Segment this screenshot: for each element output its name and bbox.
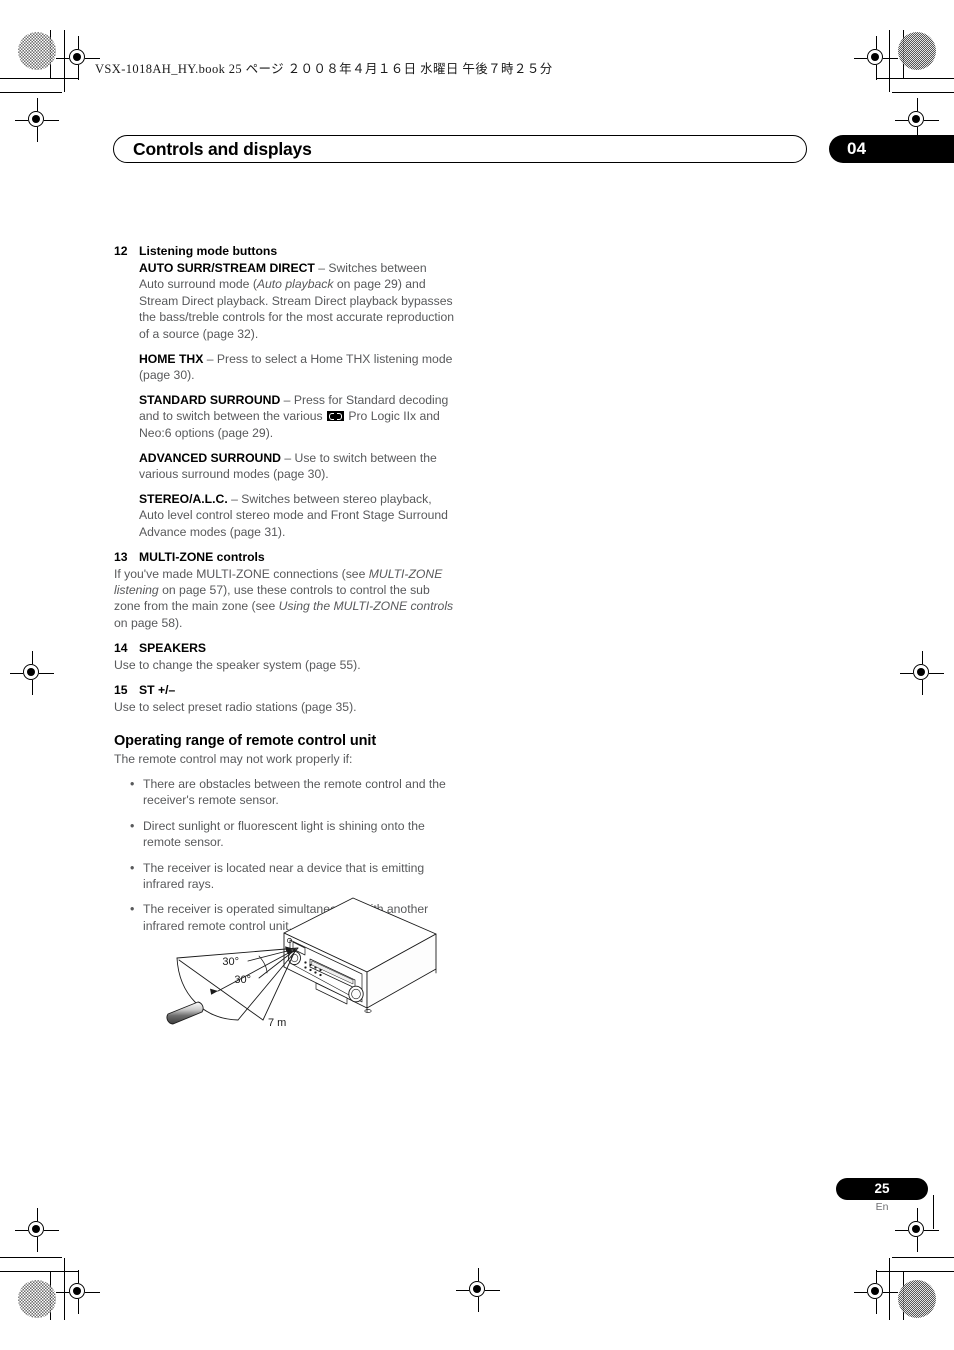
registration-mark: [15, 98, 59, 142]
item-number: 13: [114, 549, 128, 564]
chapter-number-label: 04: [847, 139, 867, 158]
numbered-item-heading: 13 MULTI-ZONE controls: [114, 549, 454, 565]
emphasis-italic: MULTI-ZONE listening: [114, 566, 443, 597]
item-paragraph: ADVANCED SURROUND – Use to switch betwee…: [139, 450, 437, 481]
page-title: Controls and displays: [133, 139, 312, 159]
crop-line: [902, 1272, 904, 1320]
language-label: En: [875, 1201, 889, 1213]
numbered-item-heading: 14 SPEAKERS: [114, 640, 454, 656]
crop-line: [64, 1258, 66, 1320]
registration-mark: [854, 36, 898, 80]
item-paragraph: Use to select preset radio stations (pag…: [114, 699, 357, 714]
emphasis-bold: STEREO/A.L.C.: [139, 491, 228, 506]
density-patch: [18, 1280, 56, 1318]
page-number-label: 25: [874, 1181, 890, 1196]
item-title: Listening mode buttons: [139, 244, 278, 258]
item-number: 15: [114, 682, 128, 697]
crop-line: [902, 30, 904, 78]
item-number: 14: [114, 640, 128, 655]
numbered-item-heading: 15 ST +/–: [114, 682, 454, 698]
density-patch: [898, 1280, 936, 1318]
section-intro: The remote control may not work properly…: [114, 752, 353, 767]
registration-mark: [854, 1270, 898, 1314]
item-title: ST +/–: [139, 682, 176, 697]
section-heading: Operating range of remote control unit: [114, 733, 377, 750]
crop-line: [50, 30, 52, 78]
crop-line: [0, 92, 62, 94]
print-header-file-line: VSX-1018AH_HY.book 25 ページ ２００８年４月１６日 水曜日…: [95, 62, 553, 76]
arrowheads: [210, 946, 293, 995]
list-item: Direct sunlight or fluorescent light is …: [114, 818, 454, 851]
registration-mark: [456, 1268, 500, 1312]
list-item: There are obstacles between the remote c…: [114, 776, 454, 809]
crop-line: [892, 1256, 954, 1258]
receiver-illustration: [283, 897, 437, 1013]
item-paragraph: STEREO/A.L.C. – Switches between stereo …: [139, 491, 448, 539]
crop-line: [50, 1272, 52, 1320]
item-paragraph: If you've made MULTI-ZONE connections (s…: [114, 566, 454, 630]
remote-operating-range-figure: 30° 30° 7 m: [155, 890, 455, 1050]
registration-mark: [10, 651, 54, 695]
chapter-number-badge: 04: [829, 135, 954, 163]
emphasis-bold: STANDARD SURROUND: [139, 392, 281, 407]
crop-line: [0, 1256, 62, 1258]
crop-line: [0, 78, 78, 80]
registration-mark: [56, 1270, 100, 1314]
crop-line: [933, 1195, 935, 1229]
dolby-logo-icon: [326, 411, 344, 422]
registration-mark: [56, 36, 100, 80]
density-patch: [18, 32, 56, 70]
crop-line: [892, 92, 954, 94]
figure-label-distance: 7 m: [268, 1017, 286, 1029]
numbered-items-list: 12 Listening mode buttons AUTO SURR/STREAM…: [114, 243, 454, 715]
crop-line: [876, 78, 954, 80]
figure-svg: 30° 30° 7 m: [166, 897, 437, 1029]
emphasis-bold: ADVANCED SURROUND: [139, 450, 281, 465]
figure-label-angle-upper: 30°: [222, 956, 239, 968]
item-number: 12: [114, 244, 128, 258]
emphasis-bold: HOME THX: [139, 351, 204, 366]
crop-line: [888, 1258, 890, 1320]
emphasis-bold: AUTO SURR/STREAM DIRECT: [139, 261, 315, 275]
crop-line: [888, 30, 890, 92]
content-column: 12 Listening mode buttons AUTO SURR/STREAM…: [114, 243, 454, 943]
item-title: MULTI-ZONE controls: [139, 549, 265, 564]
item-title: SPEAKERS: [139, 640, 207, 655]
crop-line: [64, 30, 66, 92]
numbered-item-heading: 12 Listening mode buttons: [114, 243, 454, 259]
emphasis-italic: Using the MULTI-ZONE controls: [278, 599, 454, 614]
registration-mark: [15, 1208, 59, 1252]
figure-label-angle-lower: 30°: [234, 974, 251, 986]
crop-line: [876, 1270, 954, 1272]
crop-line: [0, 1270, 78, 1272]
item-paragraph: Use to change the speaker system (page 5…: [114, 657, 361, 672]
page-number-badge: 25: [836, 1178, 928, 1200]
item-paragraph: AUTO SURR/STREAM DIRECT – Switches betwe…: [139, 261, 455, 341]
registration-mark: [900, 651, 944, 695]
list-item: The receiver is located near a device th…: [114, 860, 454, 893]
item-paragraph: STANDARD SURROUND – Press for Standard d…: [139, 392, 449, 440]
remote-control-unit: [166, 1001, 204, 1025]
registration-mark: [895, 1208, 939, 1252]
density-patch: [898, 32, 936, 70]
item-paragraph: HOME THX – Press to select a Home THX li…: [139, 351, 453, 382]
emphasis-italic: Auto playback: [256, 277, 334, 292]
